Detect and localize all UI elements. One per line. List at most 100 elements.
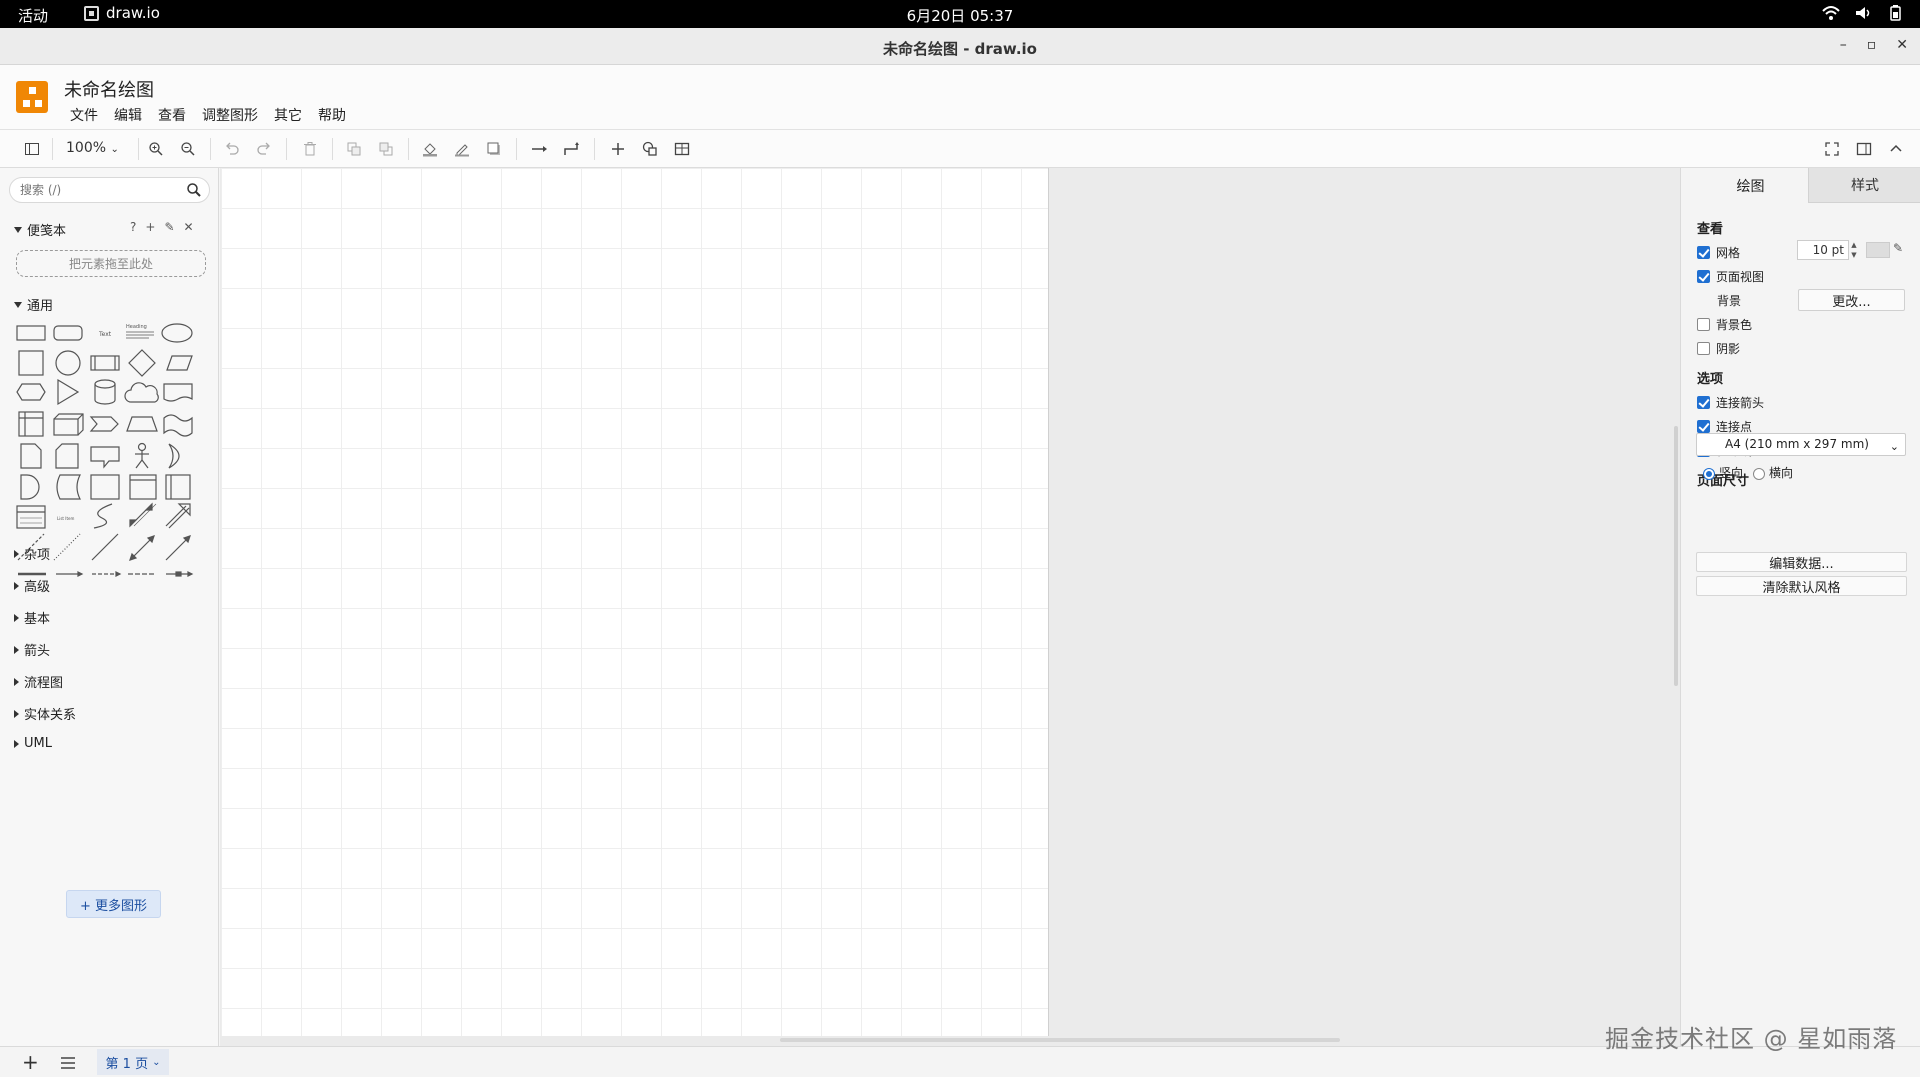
- clock[interactable]: 6月20日 05:37: [0, 5, 1920, 26]
- horizontal-scrollbar[interactable]: [780, 1038, 1340, 1042]
- dotted-line-shape[interactable]: [53, 533, 81, 561]
- toggle-panel-icon[interactable]: [1854, 139, 1874, 159]
- textbox-shape[interactable]: Heading: [126, 324, 154, 339]
- zoom-out-icon[interactable]: [178, 139, 198, 159]
- shadow-option[interactable]: 阴影: [1697, 340, 1740, 357]
- grid-option[interactable]: 网格: [1697, 244, 1740, 261]
- background-color-checkbox[interactable]: [1697, 318, 1710, 331]
- internal-storage-shape[interactable]: [18, 411, 44, 437]
- parallelogram-shape[interactable]: [166, 355, 193, 371]
- search-icon[interactable]: [186, 182, 202, 198]
- minimize-button[interactable]: –: [1840, 37, 1847, 53]
- section-arrows[interactable]: 箭头: [14, 640, 50, 659]
- document-title[interactable]: 未命名绘图: [64, 76, 154, 102]
- fullscreen-icon[interactable]: [1822, 139, 1842, 159]
- or-shape[interactable]: [168, 443, 180, 469]
- color-picker-icon[interactable]: ✎: [1893, 241, 1903, 255]
- tape-shape[interactable]: [163, 414, 193, 437]
- insert-icon[interactable]: [608, 139, 628, 159]
- add-icon[interactable]: +: [145, 220, 155, 234]
- redo-icon[interactable]: [254, 139, 274, 159]
- more-shapes-button[interactable]: + 更多图形: [66, 890, 161, 918]
- pages-menu-icon[interactable]: [60, 1056, 76, 1070]
- ellipse-shape[interactable]: [161, 323, 193, 343]
- menu-edit[interactable]: 编辑: [114, 105, 142, 125]
- cloud-shape[interactable]: [124, 382, 159, 403]
- zoom-select[interactable]: 100% ⌄: [66, 140, 119, 156]
- help-icon[interactable]: ?: [130, 220, 136, 234]
- landscape-radio-button[interactable]: [1753, 467, 1766, 480]
- cylinder-shape[interactable]: [94, 379, 116, 405]
- card-shape[interactable]: [55, 443, 79, 469]
- circle-shape[interactable]: [55, 350, 81, 376]
- grid-checkbox[interactable]: [1697, 246, 1710, 259]
- line-shape[interactable]: [91, 533, 119, 561]
- square-shape[interactable]: [18, 350, 44, 376]
- connection-arrows-checkbox[interactable]: [1697, 396, 1710, 409]
- bidirectional-connector-shape[interactable]: [129, 535, 155, 561]
- shadow-icon[interactable]: [484, 139, 504, 159]
- callout-shape[interactable]: [90, 446, 120, 469]
- menu-file[interactable]: 文件: [70, 105, 98, 125]
- note-shape[interactable]: [20, 443, 42, 469]
- line-color-icon[interactable]: [452, 139, 472, 159]
- maximize-button[interactable]: ▫: [1867, 37, 1877, 53]
- menu-extras[interactable]: 其它: [274, 105, 302, 125]
- swimlane-shape[interactable]: [129, 474, 157, 500]
- section-misc[interactable]: 杂项: [14, 544, 50, 563]
- tab-diagram[interactable]: 绘图: [1693, 168, 1808, 203]
- page-view-option[interactable]: 页面视图: [1697, 268, 1764, 285]
- actor-shape[interactable]: [135, 442, 149, 469]
- list-shape[interactable]: [16, 505, 46, 529]
- section-advanced[interactable]: 高级: [14, 576, 50, 595]
- section-basic[interactable]: 基本: [14, 608, 50, 627]
- menu-help[interactable]: 帮助: [318, 105, 346, 125]
- table-icon[interactable]: [672, 139, 692, 159]
- close-icon[interactable]: ✕: [184, 220, 194, 234]
- shapes-icon[interactable]: [640, 139, 660, 159]
- step-shape[interactable]: [89, 416, 119, 432]
- grid-size-input[interactable]: 10 pt: [1797, 240, 1849, 260]
- scratchpad-header[interactable]: 便笺本: [14, 220, 66, 239]
- list-item-shape[interactable]: List Item: [57, 516, 74, 521]
- section-entity-relation[interactable]: 实体关系: [14, 704, 76, 723]
- page-size-select[interactable]: A4 (210 mm x 297 mm) ⌄: [1696, 433, 1906, 456]
- fill-color-icon[interactable]: [420, 139, 440, 159]
- to-front-icon[interactable]: [344, 139, 364, 159]
- search-input[interactable]: [20, 181, 180, 199]
- clear-default-style-button[interactable]: 清除默认风格: [1696, 576, 1907, 596]
- page-view-checkbox[interactable]: [1697, 270, 1710, 283]
- rectangle-shape[interactable]: [16, 325, 46, 341]
- change-background-button[interactable]: 更改...: [1798, 289, 1905, 311]
- page-tab[interactable]: 第 1 页 ⌄: [97, 1049, 169, 1075]
- scratchpad-dropzone[interactable]: 把元素拖至此处: [16, 250, 206, 277]
- edge-label-shape[interactable]: [56, 571, 84, 577]
- edge-with-point-shape[interactable]: [166, 571, 194, 577]
- connection-points-checkbox[interactable]: [1697, 420, 1710, 433]
- section-flowchart[interactable]: 流程图: [14, 672, 63, 691]
- portrait-radio-button[interactable]: [1703, 467, 1715, 480]
- general-section-header[interactable]: 通用: [14, 295, 53, 314]
- portrait-radio[interactable]: 竖向: [1703, 464, 1743, 481]
- system-tray[interactable]: [1822, 4, 1904, 22]
- grid-size-stepper[interactable]: ▲ ▼: [1849, 240, 1859, 260]
- cube-shape[interactable]: [53, 413, 84, 436]
- directional-connector-shape[interactable]: [165, 535, 191, 561]
- arrow-shape[interactable]: [165, 503, 191, 529]
- edit-data-button[interactable]: 编辑数据...: [1696, 552, 1907, 572]
- text-shape[interactable]: Text: [98, 331, 112, 338]
- hexagon-shape[interactable]: [16, 383, 46, 401]
- tab-style[interactable]: 样式: [1808, 168, 1920, 203]
- to-back-icon[interactable]: [376, 139, 396, 159]
- connection-arrows-option[interactable]: 连接箭头: [1697, 394, 1764, 411]
- edge-dashed-shape[interactable]: [92, 571, 122, 577]
- vertical-container-shape[interactable]: [165, 474, 191, 500]
- document-shape[interactable]: [163, 383, 193, 402]
- bidirectional-arrow-shape[interactable]: [129, 502, 157, 528]
- edit-icon[interactable]: ✎: [164, 220, 174, 234]
- diagram-canvas[interactable]: [220, 168, 1680, 1046]
- background-color-option[interactable]: 背景色: [1697, 316, 1752, 333]
- connection-icon[interactable]: [530, 139, 550, 159]
- close-button[interactable]: ✕: [1896, 37, 1908, 53]
- process-shape[interactable]: [90, 355, 120, 371]
